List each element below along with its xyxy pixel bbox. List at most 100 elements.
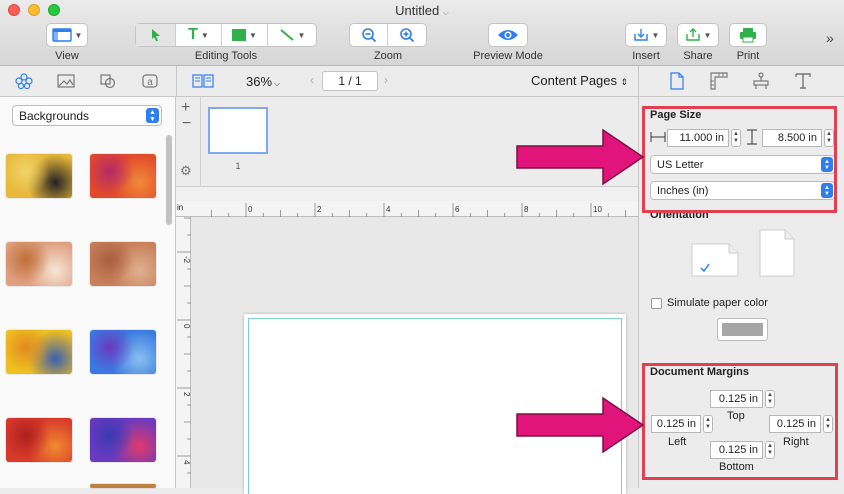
portrait-orientation-button[interactable] <box>691 243 739 277</box>
page-thumbnail-number: 1 <box>235 161 241 171</box>
simulate-paper-color-label: Simulate paper color <box>667 297 768 309</box>
thumb-yellow-blue[interactable] <box>6 330 72 374</box>
shape-tool-icon <box>232 29 247 41</box>
vertical-ruler[interactable]: -2 0 2 4 <box>176 217 191 488</box>
content-pages-dropdown[interactable]: Content Pages ⇕ <box>531 73 628 88</box>
ruler-label: 4 <box>182 460 191 465</box>
preview-mode-button[interactable] <box>488 23 528 47</box>
zoom-group <box>349 23 427 47</box>
thumb-purple-red[interactable] <box>90 418 156 462</box>
document-tab-icon[interactable] <box>670 72 684 90</box>
simulate-paper-color-checkbox[interactable] <box>651 298 662 309</box>
ruler-label: 0 <box>248 205 253 214</box>
select-tool-button[interactable] <box>136 24 176 46</box>
ruler-label: 10 <box>593 205 602 214</box>
landscape-orientation-button[interactable] <box>759 229 795 277</box>
ruler-label: 2 <box>182 392 191 397</box>
portrait-page-icon <box>759 229 795 277</box>
text-tool-button[interactable]: T ▼ <box>176 24 222 46</box>
pages-panel-bottom-strip <box>176 186 638 201</box>
ruler-label: 0 <box>182 324 191 329</box>
secondary-toolbar: a 36% ⌵ ‹ 1 / 1 › Content Pages ⇕ <box>0 66 844 97</box>
document-margins-highlight <box>642 363 838 480</box>
arrange-tab-icon[interactable] <box>752 72 770 90</box>
window-toolbar: Untitled ⌵ ▼ View T ▼ ▼ ▼ Editing Tools Z… <box>0 0 844 66</box>
editing-tools-label: Editing Tools <box>194 50 258 62</box>
pointer-arrow-icon <box>151 29 160 41</box>
subbar-divider-left <box>176 66 177 97</box>
insert-icon <box>633 29 648 41</box>
ruler-label: 8 <box>524 205 529 214</box>
thumb-orange-speckle[interactable] <box>6 242 72 286</box>
window-title[interactable]: Untitled ⌵ <box>0 3 844 18</box>
next-page-button[interactable]: › <box>384 73 388 87</box>
remove-page-button[interactable]: − <box>182 115 191 133</box>
shapes-tab-icon[interactable] <box>99 73 117 89</box>
svg-text:a: a <box>147 77 153 88</box>
pointer-arrow-margins <box>516 396 645 454</box>
zoom-level-dropdown[interactable]: 36% ⌵ <box>246 74 280 89</box>
vertical-ruler-ticks: -2 0 2 4 <box>177 217 191 474</box>
text-format-tab-icon[interactable] <box>794 72 812 90</box>
landscape-page-icon <box>691 243 739 277</box>
category-dropdown[interactable]: Backgrounds ▲ ▼ <box>12 105 162 126</box>
ruler-label: 6 <box>455 205 460 214</box>
left-sidebar: Backgrounds ▲ ▼ <box>0 97 176 488</box>
share-label: Share <box>683 50 713 62</box>
gear-icon[interactable]: ⚙ <box>180 163 192 179</box>
insert-label: Insert <box>632 50 660 62</box>
zoom-in-button[interactable] <box>388 24 426 46</box>
insert-button[interactable]: ▼ <box>625 23 667 47</box>
printer-icon <box>740 28 756 43</box>
ruler-tab-icon[interactable] <box>710 72 728 90</box>
thumb-yellow-black[interactable] <box>6 154 72 198</box>
shape-tool-button[interactable]: ▼ <box>222 24 268 46</box>
share-button[interactable]: ▼ <box>677 23 719 47</box>
horizontal-ruler[interactable]: in 0 2 4 6 8 10 <box>176 201 638 217</box>
page-size-highlight <box>642 106 837 213</box>
subbar-divider-right <box>638 66 639 97</box>
previous-page-button[interactable]: ‹ <box>310 73 314 87</box>
paper-color-well[interactable] <box>717 318 768 341</box>
thumb-blue-purple[interactable] <box>90 330 156 374</box>
page-counter-field[interactable]: 1 / 1 <box>322 71 378 91</box>
text-tab-icon[interactable]: a <box>141 73 159 89</box>
category-dropdown-label: Backgrounds <box>19 108 90 123</box>
page-layout-icon[interactable] <box>192 74 214 88</box>
view-label: View <box>55 50 79 62</box>
view-button[interactable]: ▼ <box>46 23 88 47</box>
zoom-out-button[interactable] <box>350 24 389 46</box>
chevron-down-icon: ▼ <box>651 30 660 40</box>
share-icon <box>685 28 700 41</box>
toolbar-overflow-button[interactable]: » <box>826 30 834 46</box>
pointer-arrow-page-size <box>516 128 645 186</box>
horizontal-ruler-ticks: 0 2 4 6 8 10 <box>211 203 626 217</box>
thumb-red-orange[interactable] <box>90 154 156 198</box>
thumb-red-gold[interactable] <box>6 418 72 462</box>
print-button[interactable] <box>729 23 767 47</box>
preview-mode-label: Preview Mode <box>473 50 543 62</box>
eye-icon <box>498 30 518 40</box>
ruler-label: 2 <box>317 205 322 214</box>
image-tab-icon[interactable] <box>57 73 75 89</box>
view-icon <box>51 28 72 42</box>
chevron-down-icon: ▼ <box>74 30 83 40</box>
line-tool-button[interactable]: ▼ <box>268 24 316 46</box>
paper-color-swatch <box>722 323 763 336</box>
ruler-label: -2 <box>182 256 191 264</box>
chevron-down-icon: ▼ <box>703 30 712 40</box>
zoom-out-icon <box>361 28 376 43</box>
symbols-tab-icon[interactable] <box>15 73 33 89</box>
page-divider <box>200 97 201 186</box>
thumb-partial[interactable] <box>90 484 156 488</box>
line-tool-icon <box>279 29 294 41</box>
sidebar-scrollbar[interactable] <box>166 135 172 225</box>
page-thumbnail[interactable] <box>208 107 268 154</box>
print-label: Print <box>736 50 760 62</box>
text-tool-icon: T <box>188 26 198 43</box>
thumb-copper[interactable] <box>90 242 156 286</box>
zoom-label: Zoom <box>373 50 403 62</box>
chevron-down-icon: ▼ <box>200 30 209 40</box>
dropdown-arrows-icon: ▲ ▼ <box>146 108 159 123</box>
ruler-label: 4 <box>386 205 391 214</box>
